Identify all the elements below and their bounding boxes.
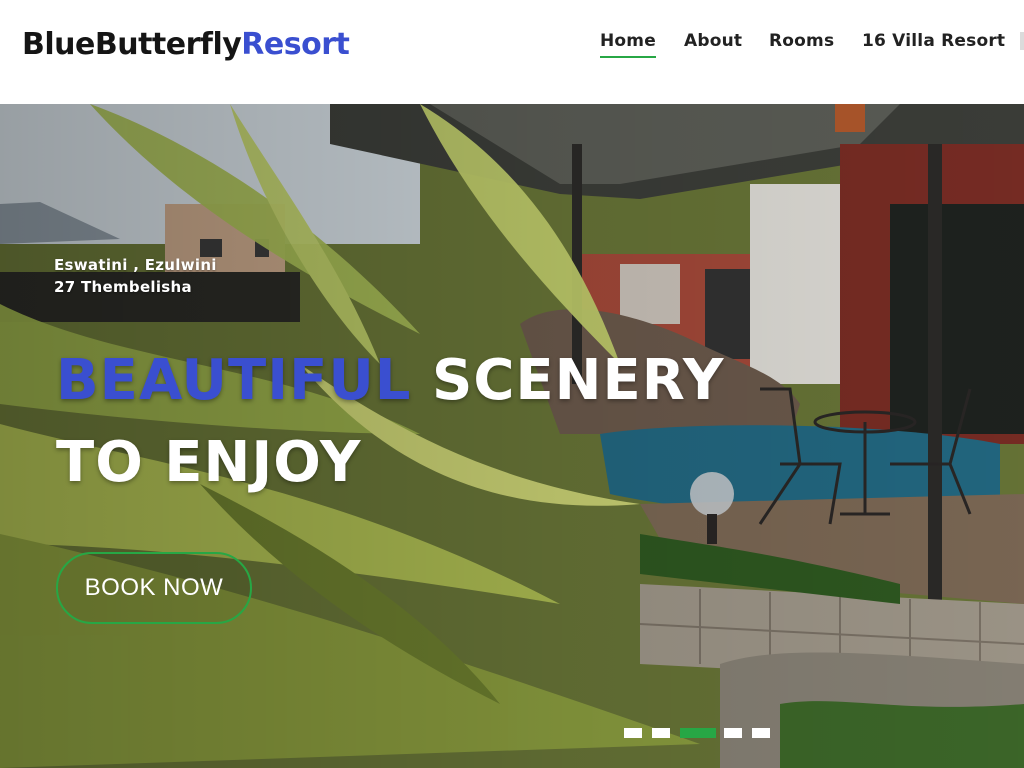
logo-text-primary: BlueButterfly (22, 27, 242, 62)
nav-item-home[interactable]: Home (600, 30, 656, 58)
hero-location: Eswatini , Ezulwini 27 Thembelisha (54, 254, 217, 298)
headline-line-2: TO ENJOY (56, 430, 362, 495)
nav-item-16-villa-resort[interactable]: 16 Villa Resort (862, 30, 1005, 52)
nav-item-rooms[interactable]: Rooms (769, 30, 834, 52)
slider-dot-5[interactable] (752, 728, 770, 738)
nav-item-overflow[interactable] (1020, 32, 1024, 50)
headline-word: SCENERY (431, 348, 725, 413)
book-now-button[interactable]: BOOK NOW (56, 552, 252, 624)
slider-dot-3[interactable] (680, 728, 716, 738)
headline-accent-word: BEAUTIFUL (56, 348, 412, 413)
slider-dot-4[interactable] (724, 728, 742, 738)
location-line-2: 27 Thembelisha (54, 278, 192, 296)
slider-dot-2[interactable] (652, 728, 670, 738)
site-header: BlueButterflyResort Home About Rooms 16 … (0, 0, 1024, 104)
nav-item-about[interactable]: About (684, 30, 742, 52)
slider-dot-1[interactable] (624, 728, 642, 738)
logo-text-accent: Resort (241, 27, 350, 62)
location-line-1: Eswatini , Ezulwini (54, 256, 217, 274)
hero-slider: Eswatini , Ezulwini 27 Thembelisha BEAUT… (0, 104, 1024, 768)
site-logo[interactable]: BlueButterflyResort (22, 26, 350, 64)
hero-headline: BEAUTIFUL SCENERY TO ENJOY (56, 340, 724, 504)
